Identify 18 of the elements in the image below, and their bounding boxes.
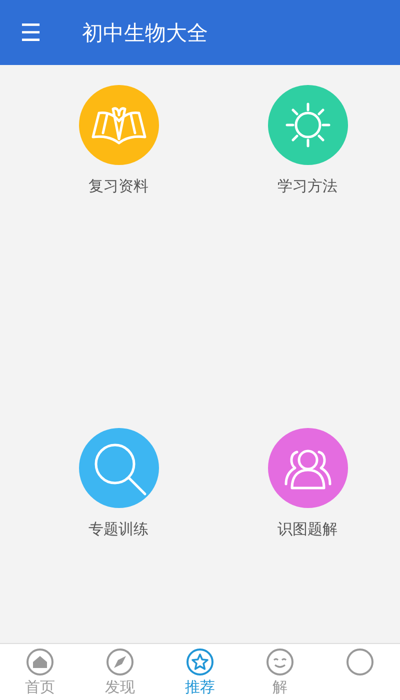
app-title: 初中生物大全 [82,20,208,46]
tile-label: 复习资料 [88,177,148,196]
nav-tab[interactable]: 首页 [0,644,80,700]
tile-label: 专题训练 [88,520,148,539]
search-icon[interactable] [78,428,158,508]
people-icon[interactable] [268,428,348,508]
compass-icon [106,648,134,676]
sun-icon[interactable] [268,85,348,165]
nav-tab[interactable]: 发现 [80,644,160,700]
home-icon [26,648,54,676]
circle-icon [346,648,374,676]
smiley-icon [266,648,294,676]
menu-icon[interactable]: ☰ [20,20,44,44]
nav-tab[interactable]: 推荐 [160,644,240,700]
tile-label: 学习方法 [278,177,338,196]
tile-label: 识图题解 [278,520,338,539]
nav-tab[interactable]: 解 [240,644,320,700]
book-icon[interactable] [78,85,158,165]
